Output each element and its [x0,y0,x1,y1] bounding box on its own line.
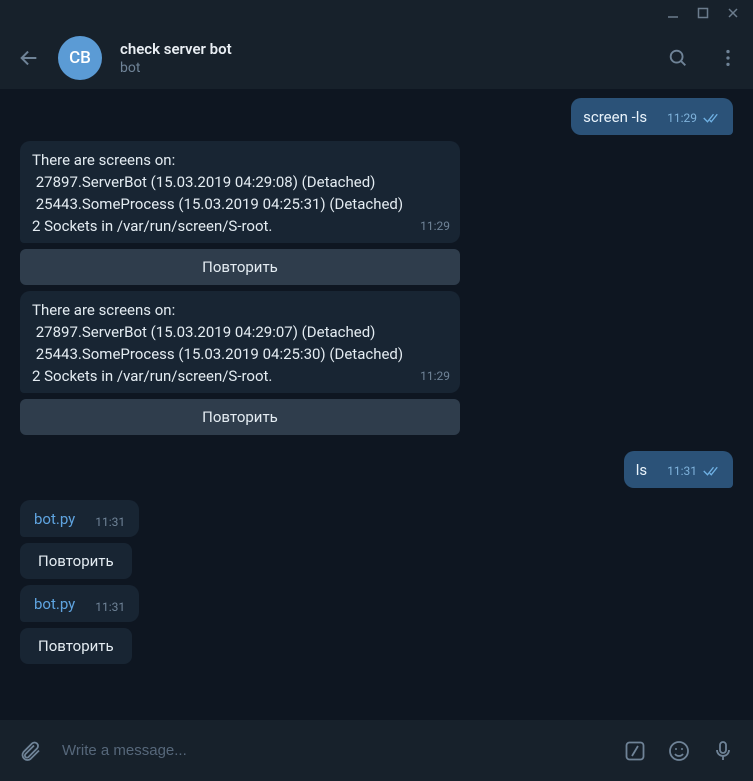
message-bubble-in[interactable]: There are screens on: 27897.ServerBot (1… [20,141,460,243]
chat-title: check server bot [120,40,649,58]
message-line: 25443.SomeProcess (15.03.2019 04:25:31) … [32,193,406,215]
message-link[interactable]: bot.py [34,508,75,530]
message-line: 25443.SomeProcess (15.03.2019 04:25:30) … [32,343,406,365]
message-bubble-in[interactable]: bot.py 11:31 [20,585,139,622]
message-time: 11:29 [420,215,450,237]
chat-title-block[interactable]: check server bot bot [120,40,649,76]
repeat-button[interactable]: Повторить [20,628,132,664]
message-row: bot.py 11:31 Повторить [20,500,733,579]
message-time: 11:29 [420,365,450,387]
repeat-button[interactable]: Повторить [20,543,132,579]
maximize-icon[interactable] [697,7,709,19]
avatar[interactable]: CB [58,36,102,80]
message-input[interactable] [62,742,603,759]
message-bubble-in[interactable]: There are screens on: 27897.ServerBot (1… [20,291,460,393]
mic-icon[interactable] [711,739,735,763]
close-icon[interactable] [727,7,739,19]
message-time: 11:29 [667,107,697,129]
message-time: 11:31 [95,511,125,533]
emoji-icon[interactable] [667,739,691,763]
repeat-button[interactable]: Повторить [20,399,460,435]
message-line: There are screens on: [32,149,406,171]
message-row: bot.py 11:31 Повторить [20,585,733,664]
message-line: 27897.ServerBot (15.03.2019 04:29:07) (D… [32,321,406,343]
message-row: There are screens on: 27897.ServerBot (1… [20,291,733,435]
message-bubble-out[interactable]: screen -ls 11:29 [571,98,733,135]
message-link[interactable]: bot.py [34,593,75,615]
repeat-button[interactable]: Повторить [20,249,460,285]
minimize-icon[interactable] [667,7,679,19]
message-line: 27897.ServerBot (15.03.2019 04:29:08) (D… [32,171,406,193]
read-check-icon [703,111,721,125]
chat-subtitle: bot [120,60,649,76]
chat-area[interactable]: screen -ls 11:29 There are screens on: 2… [0,90,753,719]
message-time: 11:31 [667,460,697,482]
message-text: ls [636,459,647,481]
message-line: 2 Sockets in /var/run/screen/S-root. [32,365,406,387]
message-line: There are screens on: [32,299,406,321]
message-row: screen -ls 11:29 [20,98,733,135]
chat-header: CB check server bot bot [0,26,753,90]
message-row: ls 11:31 [20,451,733,488]
message-bubble-out[interactable]: ls 11:31 [624,451,733,488]
menu-icon[interactable] [717,47,739,69]
search-icon[interactable] [667,47,689,69]
message-bubble-in[interactable]: bot.py 11:31 [20,500,139,537]
back-button[interactable] [18,47,40,69]
avatar-initials: CB [69,48,91,68]
input-bar [0,719,753,781]
message-time: 11:31 [95,596,125,618]
window-titlebar [0,0,753,26]
message-line: 2 Sockets in /var/run/screen/S-root. [32,215,406,237]
read-check-icon [703,464,721,478]
message-text: screen -ls [583,106,647,128]
command-icon[interactable] [623,739,647,763]
attach-icon[interactable] [18,739,42,763]
message-row: There are screens on: 27897.ServerBot (1… [20,141,733,285]
